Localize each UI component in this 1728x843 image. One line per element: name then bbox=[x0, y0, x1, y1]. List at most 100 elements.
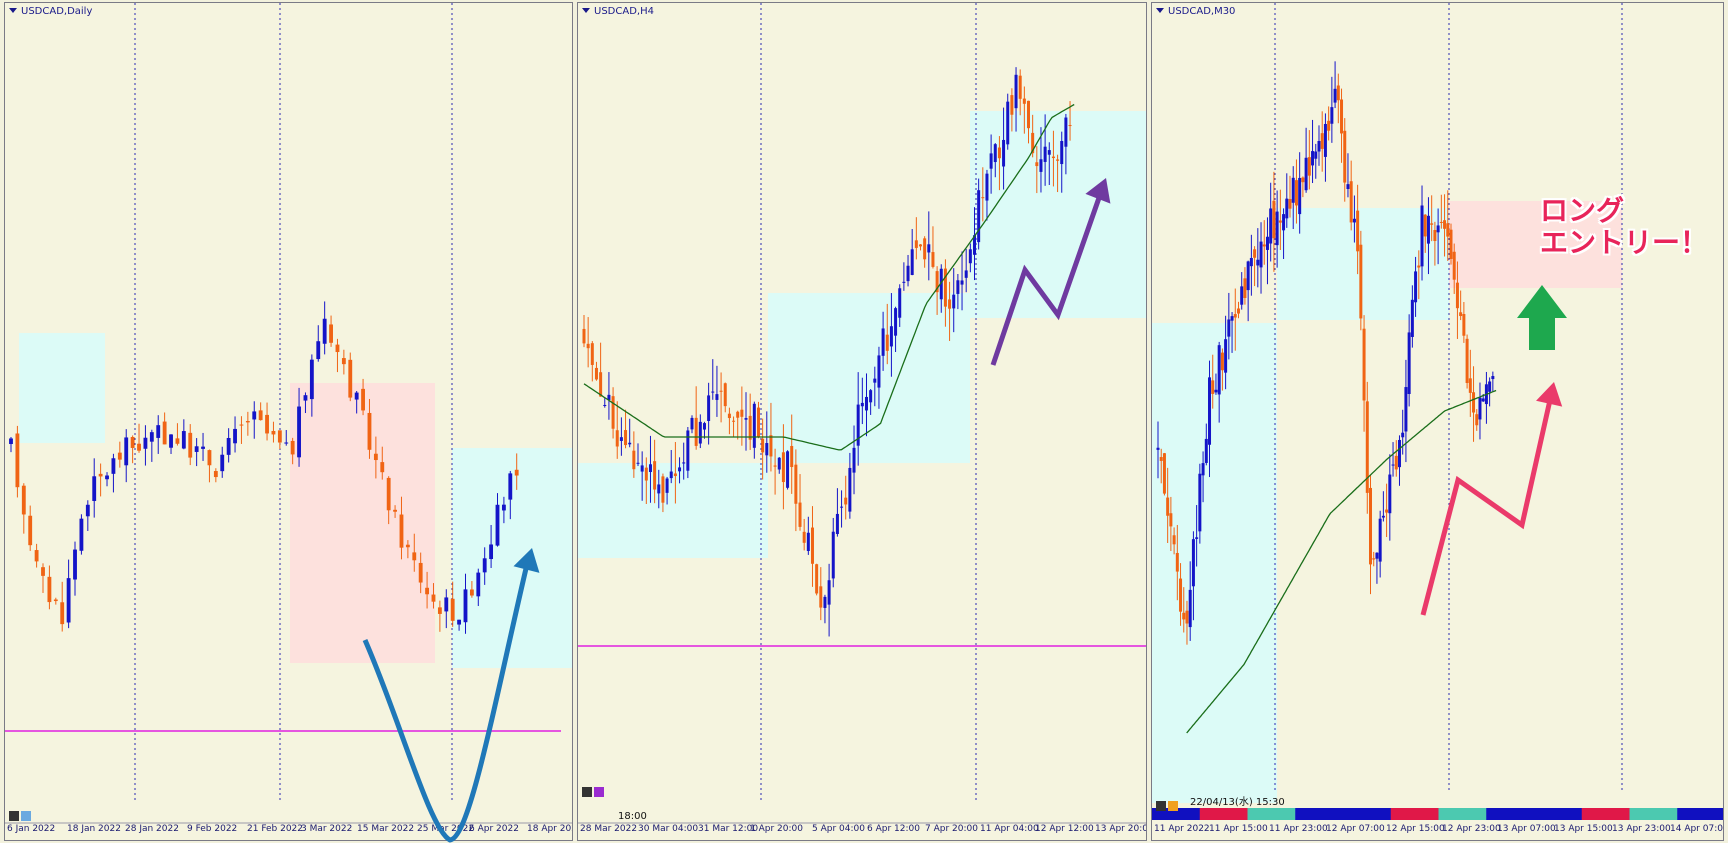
candle-body bbox=[773, 465, 777, 467]
candle-body bbox=[707, 395, 711, 421]
candle-body bbox=[53, 599, 58, 602]
candle-body bbox=[1175, 552, 1179, 572]
candle-body bbox=[594, 367, 598, 380]
candle-body bbox=[1214, 389, 1218, 393]
x-axis-label: 15 Mar 2022 bbox=[357, 824, 414, 834]
candle-body bbox=[640, 465, 644, 472]
candle-body bbox=[412, 552, 417, 561]
candle-body bbox=[463, 589, 468, 623]
candle-body bbox=[117, 452, 122, 460]
candle-body bbox=[727, 413, 731, 419]
candle-body bbox=[1381, 515, 1385, 518]
candle-body bbox=[431, 594, 436, 602]
candle-body bbox=[1169, 513, 1173, 527]
session-bar-segment bbox=[1343, 808, 1392, 820]
candle-body bbox=[840, 506, 844, 508]
candle-body bbox=[835, 513, 839, 535]
candle-body bbox=[802, 531, 806, 543]
status-time: 22/04/13(水) 15:30 bbox=[1190, 797, 1285, 808]
candle-body bbox=[1468, 378, 1472, 393]
candle-body bbox=[482, 558, 487, 573]
session-bar-segment bbox=[1581, 808, 1630, 820]
candle-body bbox=[653, 461, 657, 490]
toolbar-icon bbox=[1168, 801, 1178, 811]
candle-body bbox=[1014, 74, 1018, 109]
x-axis-label: 6 Apr 2022 bbox=[469, 824, 519, 834]
candle-body bbox=[1436, 225, 1440, 233]
candle-body bbox=[1282, 214, 1286, 231]
candle-body bbox=[1462, 314, 1466, 336]
candle-body bbox=[923, 238, 927, 260]
x-axis-label: 12 Apr 15:00 bbox=[1386, 824, 1445, 834]
candle-body bbox=[1166, 497, 1170, 516]
x-axis-label: 11 Apr 2022 bbox=[1154, 824, 1210, 834]
candle-body bbox=[1249, 257, 1253, 267]
candle-body bbox=[827, 580, 831, 605]
price-zone bbox=[19, 333, 105, 443]
candle-body bbox=[354, 392, 359, 400]
candle-body bbox=[1182, 612, 1186, 620]
candle-body bbox=[1472, 392, 1476, 413]
candle-body bbox=[860, 402, 864, 407]
candle-body bbox=[175, 438, 180, 444]
candle-body bbox=[1330, 107, 1334, 124]
x-axis-label: 5 Apr 04:00 bbox=[812, 824, 865, 834]
candle-body bbox=[752, 403, 756, 448]
candle-body bbox=[1414, 271, 1418, 303]
candle-body bbox=[1410, 299, 1414, 337]
x-axis-label: 12 Apr 12:00 bbox=[1035, 824, 1094, 834]
candle-body bbox=[1327, 120, 1331, 131]
session-bar-segment bbox=[1199, 808, 1248, 820]
chart-panel-daily[interactable]: USDCAD,Daily 6 Jan 2022 18 Jan 2022 28 Jan… bbox=[4, 2, 573, 841]
candle-body bbox=[335, 344, 340, 353]
candle-body bbox=[1291, 177, 1295, 203]
candle-body bbox=[111, 458, 116, 474]
x-axis-label: 9 Feb 2022 bbox=[187, 824, 237, 834]
candle-body bbox=[1352, 218, 1356, 223]
candle-body bbox=[877, 355, 881, 388]
candle-body bbox=[143, 437, 148, 449]
candle-body bbox=[794, 464, 798, 504]
candle-body bbox=[1156, 447, 1160, 450]
candle-body bbox=[1323, 123, 1327, 157]
candle-body bbox=[736, 411, 740, 418]
x-axis-label: 30 Mar 04:00 bbox=[638, 824, 698, 834]
candle-body bbox=[1191, 539, 1195, 587]
candle-body bbox=[1394, 455, 1398, 470]
candle-body bbox=[265, 414, 269, 434]
candle-body bbox=[1433, 230, 1437, 242]
x-axis-label: 18 Apr 2022 bbox=[527, 824, 573, 834]
chart-panel-m30[interactable]: USDCAD,M30 11 Apr 2022 11 Apr 15:00 11 Apr… bbox=[1151, 2, 1724, 841]
candle-body bbox=[124, 437, 129, 466]
candle-body bbox=[1278, 220, 1282, 223]
candle-body bbox=[1056, 159, 1060, 161]
x-axis-label: 13 Apr 23:00 bbox=[1612, 824, 1671, 834]
session-bar-segment bbox=[1390, 808, 1439, 820]
x-axis-label: 11 Apr 04:00 bbox=[980, 824, 1039, 834]
candle-body bbox=[162, 421, 167, 445]
candle-body bbox=[1369, 487, 1373, 565]
candle-body bbox=[15, 433, 20, 488]
candle-body bbox=[444, 597, 449, 612]
x-axis-label: 7 Apr 20:00 bbox=[925, 824, 978, 834]
x-axis-label: 28 Mar 2022 bbox=[580, 824, 637, 834]
candle-body bbox=[1220, 352, 1224, 371]
candle-body bbox=[207, 450, 212, 466]
x-axis-label: 21 Feb 2022 bbox=[247, 824, 303, 834]
candle-body bbox=[719, 390, 723, 392]
candle-body bbox=[661, 476, 665, 503]
candle-body bbox=[1240, 286, 1244, 305]
x-axis-label: 13 Apr 15:00 bbox=[1554, 824, 1613, 834]
x-axis-label: 25 Mar 2022 bbox=[417, 824, 474, 834]
candle-body bbox=[1236, 308, 1240, 314]
candle-body bbox=[1198, 473, 1202, 532]
candle-body bbox=[1336, 85, 1340, 101]
candle-body bbox=[1253, 249, 1257, 258]
candle-body bbox=[322, 318, 327, 344]
chart-panel-h4[interactable]: USDCAD,H4 28 Mar 2022 30 Mar 04:00 31 Mar … bbox=[577, 2, 1147, 841]
candle-body bbox=[1301, 177, 1305, 183]
candle-body bbox=[316, 341, 321, 360]
candle-body bbox=[213, 471, 218, 478]
candle-body bbox=[1333, 88, 1337, 103]
candle-body bbox=[777, 457, 781, 470]
